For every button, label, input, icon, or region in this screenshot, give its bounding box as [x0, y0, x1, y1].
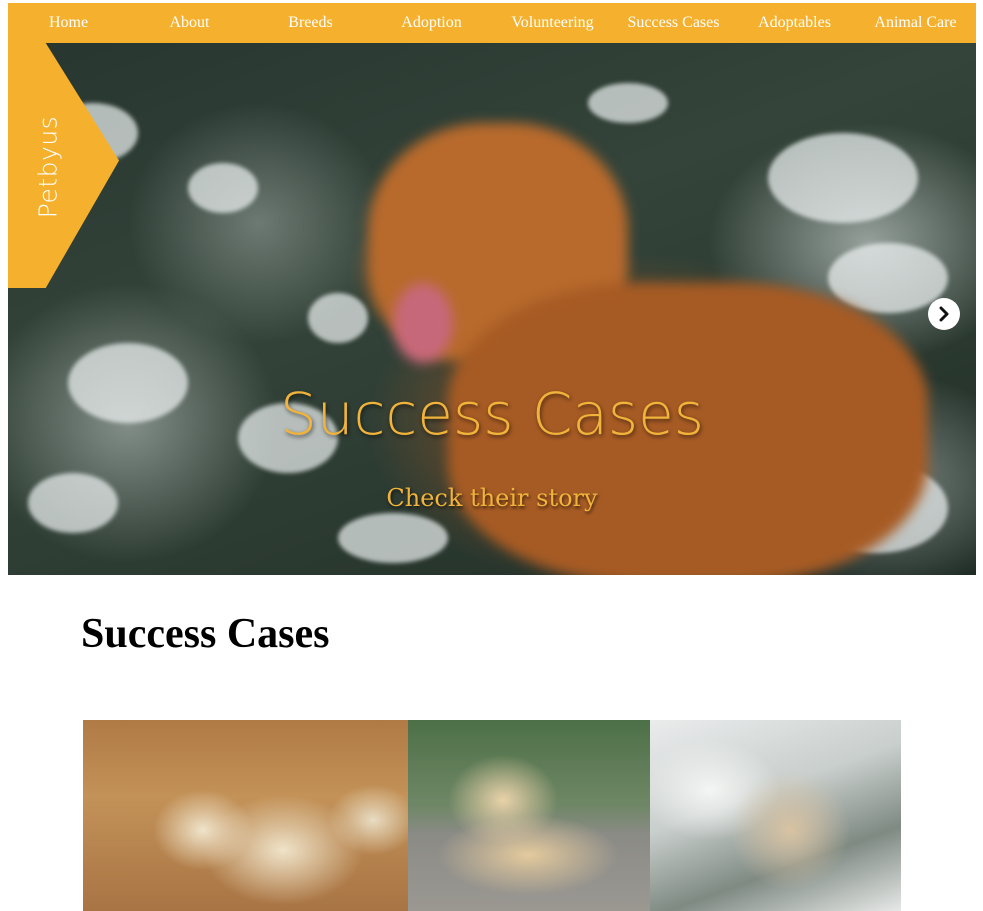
nav-adoptables[interactable]: Adoptables: [734, 3, 855, 43]
nav-about[interactable]: About: [129, 3, 250, 43]
chevron-right-icon: [939, 306, 949, 322]
gallery-photo-curly-dog-grass[interactable]: [83, 720, 408, 911]
hero-cta-link[interactable]: Check their story: [8, 484, 976, 512]
nav-home[interactable]: Home: [8, 3, 129, 43]
nav-success-cases[interactable]: Success Cases: [613, 3, 734, 43]
gallery-photo-dog-snow[interactable]: [650, 720, 901, 911]
slider-next-button[interactable]: [928, 298, 960, 330]
main-nav: Home About Breeds Adoption Volunteering …: [8, 3, 976, 43]
nav-adoption[interactable]: Adoption: [371, 3, 492, 43]
hero-title: Success Cases: [279, 380, 705, 448]
page-title: Success Cases: [81, 611, 330, 657]
gallery-photo-puppy-deck[interactable]: [408, 720, 650, 911]
success-gallery: [83, 720, 901, 911]
site-logo[interactable]: Petbyus: [34, 116, 63, 218]
nav-volunteering[interactable]: Volunteering: [492, 3, 613, 43]
nav-animal-care[interactable]: Animal Care: [855, 3, 976, 43]
nav-breeds[interactable]: Breeds: [250, 3, 371, 43]
